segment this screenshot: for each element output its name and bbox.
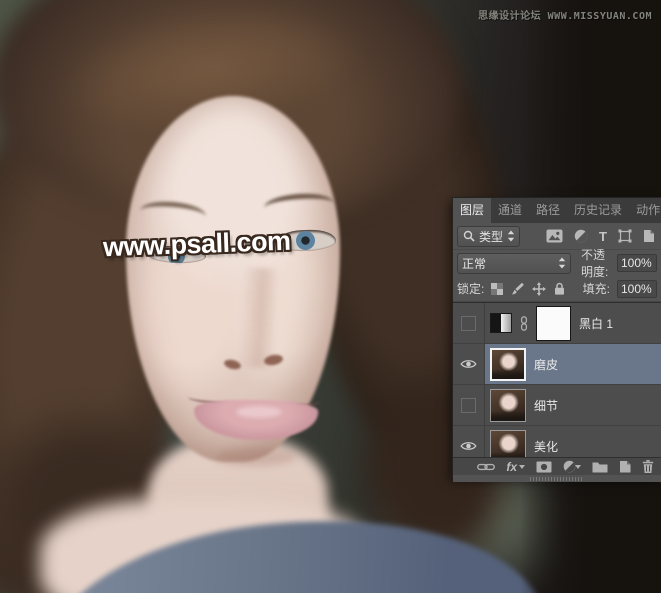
lock-position-icon[interactable]	[532, 282, 546, 296]
lock-label: 锁定:	[457, 280, 484, 297]
filter-kind-label: 类型	[479, 228, 503, 245]
layer-row-content: 美化	[485, 426, 661, 457]
panel-bottom-edge	[453, 475, 661, 482]
opacity-field[interactable]: 100%	[617, 254, 657, 272]
new-group-icon[interactable]	[592, 461, 608, 473]
lips-art	[236, 406, 282, 418]
lock-pixels-icon[interactable]	[511, 283, 524, 295]
tab-paths[interactable]: 路径	[529, 198, 567, 223]
visibility-toggle[interactable]	[453, 303, 485, 343]
psall-watermark: www.psall.com	[103, 226, 292, 264]
layer-name[interactable]: 美化	[534, 438, 558, 455]
lock-icon-group	[491, 282, 565, 296]
blend-mode-select[interactable]: 正常	[457, 253, 571, 274]
chin-art	[216, 448, 296, 466]
pixel-layer-filter-icon[interactable]	[546, 229, 563, 243]
panel-footer-toolbar: fx	[453, 457, 661, 475]
search-icon	[463, 230, 475, 242]
link-layers-icon[interactable]	[477, 462, 495, 472]
layer-mask-thumbnail[interactable]	[536, 306, 571, 341]
layer-row-detail[interactable]: 细节	[453, 385, 661, 426]
adjustment-layer-filter-icon[interactable]	[574, 229, 588, 243]
layer-row-content: 黑白 1	[485, 303, 661, 343]
tab-channels[interactable]: 通道	[491, 198, 529, 223]
photoshop-workspace: 思缘设计论坛 WWW.MISSYUAN.COM www.psall.com 图层…	[0, 0, 661, 593]
layer-row-black-white[interactable]: 黑白 1	[453, 303, 661, 344]
tab-history[interactable]: 历史记录	[567, 198, 629, 223]
layer-row-beautify[interactable]: 美化	[453, 426, 661, 457]
layer-row-content: 磨皮	[485, 344, 661, 384]
layer-thumbnail[interactable]	[490, 430, 526, 458]
layer-style-icon[interactable]: fx	[506, 461, 525, 473]
lock-all-icon[interactable]	[554, 282, 565, 295]
lock-row: 锁定: 填充: 100%	[453, 276, 661, 302]
chevron-updown-icon	[507, 230, 515, 242]
layer-name[interactable]: 磨皮	[534, 356, 558, 373]
filter-kind-select[interactable]: 类型	[457, 226, 520, 247]
mask-link-icon	[520, 316, 528, 331]
type-layer-filter-icon[interactable]: T	[599, 230, 607, 243]
shape-layer-filter-icon[interactable]	[618, 229, 632, 243]
layer-filter-row: 类型 T	[453, 223, 661, 250]
delete-layer-icon[interactable]	[642, 460, 654, 473]
layer-name[interactable]: 细节	[534, 397, 558, 414]
hidden-layer-box	[461, 398, 476, 413]
visibility-toggle[interactable]	[453, 344, 485, 384]
smart-object-filter-icon[interactable]	[643, 229, 655, 243]
layer-row-smoothing[interactable]: 磨皮	[453, 344, 661, 385]
eye-icon	[460, 440, 477, 452]
black-white-adjustment-thumbnail[interactable]	[490, 313, 512, 333]
blend-mode-value: 正常	[462, 255, 486, 272]
layer-list: 黑白 1 磨皮 细节	[453, 302, 661, 457]
panel-tabbar: 图层 通道 路径 历史记录 动作	[453, 198, 661, 223]
tab-actions[interactable]: 动作	[629, 198, 661, 223]
fill-label: 填充:	[583, 280, 610, 297]
eye-icon	[460, 358, 477, 370]
add-layer-mask-icon[interactable]	[536, 461, 552, 473]
visibility-toggle[interactable]	[453, 385, 485, 425]
nose-art	[237, 267, 280, 369]
hidden-layer-box	[461, 316, 476, 331]
layers-panel: 图层 通道 路径 历史记录 动作 类型	[452, 197, 661, 478]
site-watermark: 思缘设计论坛 WWW.MISSYUAN.COM	[478, 7, 652, 22]
visibility-toggle[interactable]	[453, 426, 485, 457]
opacity-label: 不透明度:	[581, 246, 612, 280]
layer-thumbnail[interactable]	[490, 389, 526, 422]
new-adjustment-layer-icon[interactable]	[563, 460, 581, 473]
tab-layers[interactable]: 图层	[453, 198, 491, 223]
chevron-updown-icon	[558, 257, 566, 269]
panel-resize-grip[interactable]	[530, 477, 584, 481]
filter-icon-group: T	[546, 229, 657, 243]
lock-transparency-icon[interactable]	[491, 283, 503, 295]
layer-thumbnail[interactable]	[490, 348, 526, 381]
layer-name[interactable]: 黑白 1	[579, 315, 613, 332]
iris-art	[296, 231, 316, 251]
blend-mode-row: 正常 不透明度: 100%	[453, 250, 661, 276]
layer-row-content: 细节	[485, 385, 661, 425]
fill-field[interactable]: 100%	[617, 280, 657, 298]
new-layer-icon[interactable]	[619, 460, 631, 473]
